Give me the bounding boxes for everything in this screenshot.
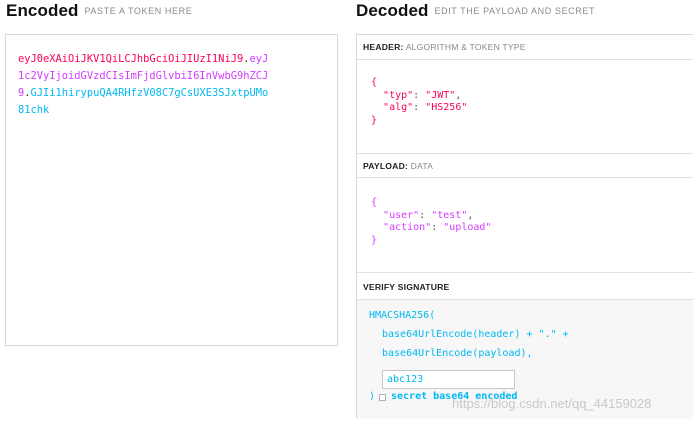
token-payload-part: eyJ xyxy=(249,53,269,65)
secret-input[interactable] xyxy=(382,370,515,389)
encoded-title: Encoded PASTE A TOKEN HERE xyxy=(6,1,192,21)
decoded-subtitle: EDIT THE PAYLOAD AND SECRET xyxy=(434,6,596,16)
token-signature-part: 81chk xyxy=(18,104,50,116)
hmac-arg-payload: base64UrlEncode(payload), xyxy=(382,348,533,359)
json-key: "user" xyxy=(383,209,420,221)
json-key: "typ" xyxy=(383,89,414,101)
token-signature-part: GJIi1hirypuQA4RHfzV08C7gCsUXE3SJxtpUMo xyxy=(30,87,269,99)
close-brace: } xyxy=(371,114,378,126)
decoded-panel: HEADER: ALGORITHM & TOKEN TYPE { "typ": … xyxy=(356,34,693,419)
secret-base64-checkbox[interactable] xyxy=(379,394,386,401)
encoded-token-editor[interactable]: eyJ0eXAiOiJKV1QiLCJhbGciOiJIUzI1NiJ9.eyJ… xyxy=(5,34,338,346)
hmac-arg-header: base64UrlEncode(header) + "." + xyxy=(382,329,569,340)
open-brace: { xyxy=(371,197,378,208)
verify-label: VERIFY SIGNATURE xyxy=(363,282,450,292)
payload-json-editor[interactable]: { "user": "test", "action": "upload" } xyxy=(371,197,491,247)
encoded-subtitle: PASTE A TOKEN HERE xyxy=(84,6,193,16)
header-section-title: HEADER: ALGORITHM & TOKEN TYPE xyxy=(357,35,693,60)
encoded-heading: Encoded xyxy=(6,1,79,20)
verify-section-title: VERIFY SIGNATURE xyxy=(357,272,693,300)
json-key: "alg" xyxy=(383,102,414,113)
token-header-part: eyJ0eXAiOiJKV1QiLCJhbGciOiJIUzI1NiJ9 xyxy=(18,53,244,65)
json-key: "action" xyxy=(383,222,432,233)
json-value: "test" xyxy=(431,209,468,221)
token-payload-part: 1c2VyIjoidGVzdCIsImFjdGlvbiI6InVwbG9hZCJ xyxy=(18,70,269,82)
payload-label: PAYLOAD: xyxy=(363,161,409,171)
payload-section-title: PAYLOAD: DATA xyxy=(357,153,693,178)
header-label: HEADER: xyxy=(363,42,404,52)
decoded-heading: Decoded xyxy=(356,1,429,20)
watermark-text: https://blog.csdn.net/qq_44159028 xyxy=(452,396,652,411)
header-json-editor[interactable]: { "typ": "JWT", "alg": "HS256" } xyxy=(371,77,467,127)
hmac-close-paren: ) xyxy=(369,391,376,402)
json-value: "JWT" xyxy=(425,89,456,101)
encoded-token-text[interactable]: eyJ0eXAiOiJKV1QiLCJhbGciOiJIUzI1NiJ9.eyJ… xyxy=(18,51,318,119)
header-label-desc: ALGORITHM & TOKEN TYPE xyxy=(405,42,526,52)
open-brace: { xyxy=(371,77,378,88)
decoded-title: Decoded EDIT THE PAYLOAD AND SECRET xyxy=(356,1,595,21)
json-value: "HS256" xyxy=(425,102,468,113)
json-value: "upload" xyxy=(443,222,492,233)
hmac-function-name: HMACSHA256( xyxy=(369,310,436,321)
close-brace: } xyxy=(371,234,378,246)
payload-label-desc: DATA xyxy=(410,161,434,171)
